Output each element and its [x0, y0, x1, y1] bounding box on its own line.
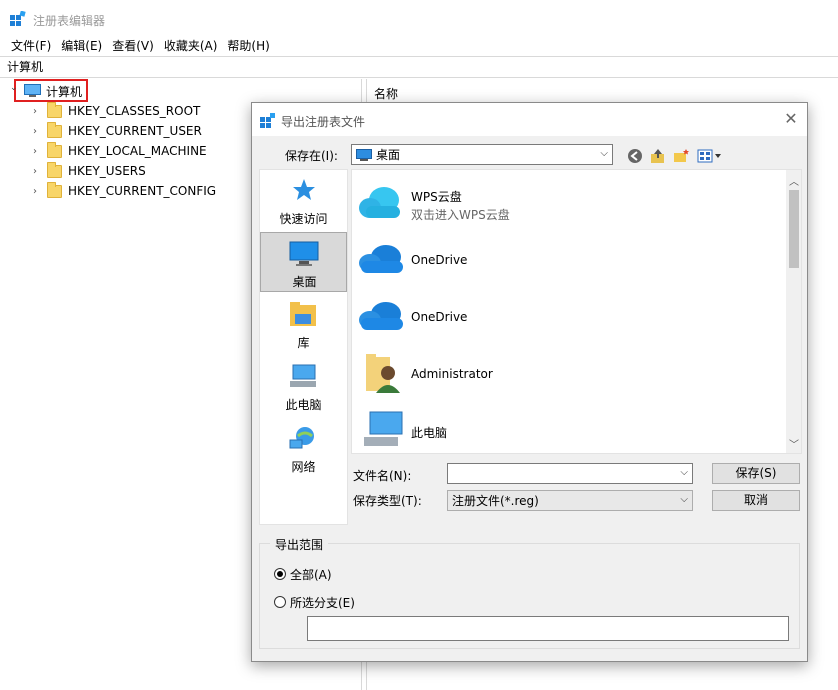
place-label: 快速访问: [279, 212, 328, 226]
title-bar: [0, 0, 838, 36]
place-desktop[interactable]: 桌面: [260, 232, 347, 292]
close-icon[interactable]: ✕: [780, 109, 802, 131]
save-in-label: 保存在(I):: [285, 149, 338, 163]
folder-icon: [47, 121, 62, 138]
scrollbar-thumb[interactable]: [789, 190, 799, 268]
regedit-icon: [260, 113, 275, 128]
menu-help[interactable]: 帮助(H): [222, 36, 274, 56]
menu-favorites[interactable]: 收藏夹(A): [159, 36, 223, 56]
folder-icon: [47, 161, 62, 178]
file-subtitle: 双击进入WPS云盘: [411, 208, 510, 222]
export-range-title: 导出范围: [270, 536, 329, 553]
tree-node-label: HKEY_CURRENT_CONFIG: [68, 184, 217, 198]
computer-icon: [24, 84, 41, 97]
wps-cloud-icon: [359, 187, 400, 218]
file-name-label: 文件名(N):: [353, 469, 412, 483]
address-bar[interactable]: 计算机: [0, 56, 838, 78]
place-label: 桌面: [292, 275, 317, 289]
export-registry-dialog: 导出注册表文件 ✕ 保存在(I): 桌面 ⌵ 快速访问 桌面 库 此电脑 网络 …: [251, 102, 808, 662]
chevron-right-icon[interactable]: ›: [28, 126, 42, 137]
chevron-down-icon[interactable]: ⌵: [680, 467, 688, 478]
cancel-button[interactable]: 取消: [712, 490, 800, 511]
place-label: 此电脑: [285, 398, 322, 412]
chevron-right-icon[interactable]: ›: [28, 166, 42, 177]
tree-node-label: HKEY_CURRENT_USER: [68, 124, 202, 138]
star-icon: [293, 179, 315, 200]
radio-branch-label[interactable]: 所选分支(E): [290, 594, 355, 611]
file-name: 此电脑: [411, 426, 448, 440]
file-type-label: 保存类型(T):: [353, 494, 422, 508]
network-icon: [289, 427, 314, 449]
tree-node-label: HKEY_USERS: [68, 164, 146, 178]
chevron-down-icon: ⌵: [680, 494, 688, 505]
tree-node-hkcc[interactable]: › HKEY_CURRENT_CONFIG: [28, 181, 216, 201]
chevron-down-icon[interactable]: ﹀: [786, 436, 801, 451]
onedrive-icon: [359, 302, 403, 330]
this-pc-icon: [364, 411, 403, 446]
regedit-icon: [10, 11, 26, 26]
file-name: Administrator: [411, 367, 493, 381]
file-name: WPS云盘: [411, 190, 462, 204]
place-quick-access[interactable]: 快速访问: [260, 170, 347, 230]
folder-icon: [47, 181, 62, 198]
place-label: 库: [297, 336, 310, 350]
place-library[interactable]: 库: [260, 294, 347, 354]
file-type-value: 注册文件(*.reg): [452, 494, 539, 508]
place-network[interactable]: 网络: [260, 418, 347, 478]
list-item-onedrive-2[interactable]: OneDrive: [352, 290, 782, 346]
save-in-value: 桌面: [376, 148, 401, 162]
save-in-select[interactable]: 桌面 ⌵: [351, 144, 613, 165]
dialog-title: 导出注册表文件: [281, 115, 366, 129]
place-label: 网络: [291, 460, 316, 474]
chevron-right-icon[interactable]: ›: [28, 146, 42, 157]
window-title: 注册表编辑器: [33, 14, 106, 28]
radio-branch[interactable]: [274, 596, 286, 608]
this-pc-icon: [290, 364, 316, 387]
chevron-down-icon[interactable]: ⌄: [10, 83, 22, 93]
branch-path-input[interactable]: [307, 616, 789, 641]
library-icon: [290, 302, 316, 326]
file-list: WPS云盘 双击进入WPS云盘 OneDrive OneDrive Admini…: [351, 169, 802, 454]
menu-edit[interactable]: 编辑(E): [56, 36, 107, 56]
folder-icon: [47, 101, 62, 118]
chevron-up-icon[interactable]: ︿: [786, 173, 801, 188]
desktop-icon: [289, 241, 319, 266]
tree-node-label: HKEY_CLASSES_ROOT: [68, 104, 201, 118]
user-folder-icon: [366, 354, 400, 393]
view-menu-icon[interactable]: [697, 147, 723, 165]
tree-root-label[interactable]: 计算机: [46, 83, 82, 100]
onedrive-icon: [359, 245, 403, 273]
chevron-down-icon: ⌵: [600, 148, 608, 159]
tree-node-hku[interactable]: › HKEY_USERS: [28, 161, 146, 181]
save-button[interactable]: 保存(S): [712, 463, 800, 484]
column-header-name[interactable]: 名称: [374, 85, 398, 102]
export-range-group: 导出范围 全部(A) 所选分支(E): [259, 536, 800, 649]
places-bar: 快速访问 桌面 库 此电脑 网络: [259, 169, 348, 525]
radio-all-label[interactable]: 全部(A): [290, 566, 332, 583]
menu-bar: 文件(F) 编辑(E) 查看(V) 收藏夹(A) 帮助(H): [0, 36, 838, 56]
tree-node-hklm[interactable]: › HKEY_LOCAL_MACHINE: [28, 141, 207, 161]
file-name: OneDrive: [411, 253, 468, 267]
up-folder-icon[interactable]: [650, 147, 666, 165]
place-this-pc[interactable]: 此电脑: [260, 356, 347, 416]
tree-node-hkcr[interactable]: › HKEY_CLASSES_ROOT: [28, 101, 200, 121]
list-item-administrator[interactable]: Administrator: [352, 347, 782, 403]
file-name: OneDrive: [411, 310, 468, 324]
desktop-icon: [356, 148, 372, 161]
chevron-right-icon[interactable]: ›: [28, 106, 42, 117]
tree-node-label: HKEY_LOCAL_MACHINE: [68, 144, 207, 158]
menu-file[interactable]: 文件(F): [6, 36, 56, 56]
tree-node-hkcu[interactable]: › HKEY_CURRENT_USER: [28, 121, 202, 141]
radio-all[interactable]: [274, 568, 286, 580]
file-type-select[interactable]: 注册文件(*.reg) ⌵: [447, 490, 693, 511]
folder-icon: [47, 141, 62, 158]
file-name-input[interactable]: ⌵: [447, 463, 693, 484]
chevron-right-icon[interactable]: ›: [28, 186, 42, 197]
list-item-wps-cloud[interactable]: WPS云盘 双击进入WPS云盘: [352, 176, 782, 232]
back-icon[interactable]: [627, 147, 643, 165]
list-item-onedrive-1[interactable]: OneDrive: [352, 233, 782, 289]
list-item-this-pc[interactable]: 此电脑: [352, 404, 782, 453]
menu-view[interactable]: 查看(V): [107, 36, 159, 56]
new-folder-icon[interactable]: [673, 147, 689, 165]
